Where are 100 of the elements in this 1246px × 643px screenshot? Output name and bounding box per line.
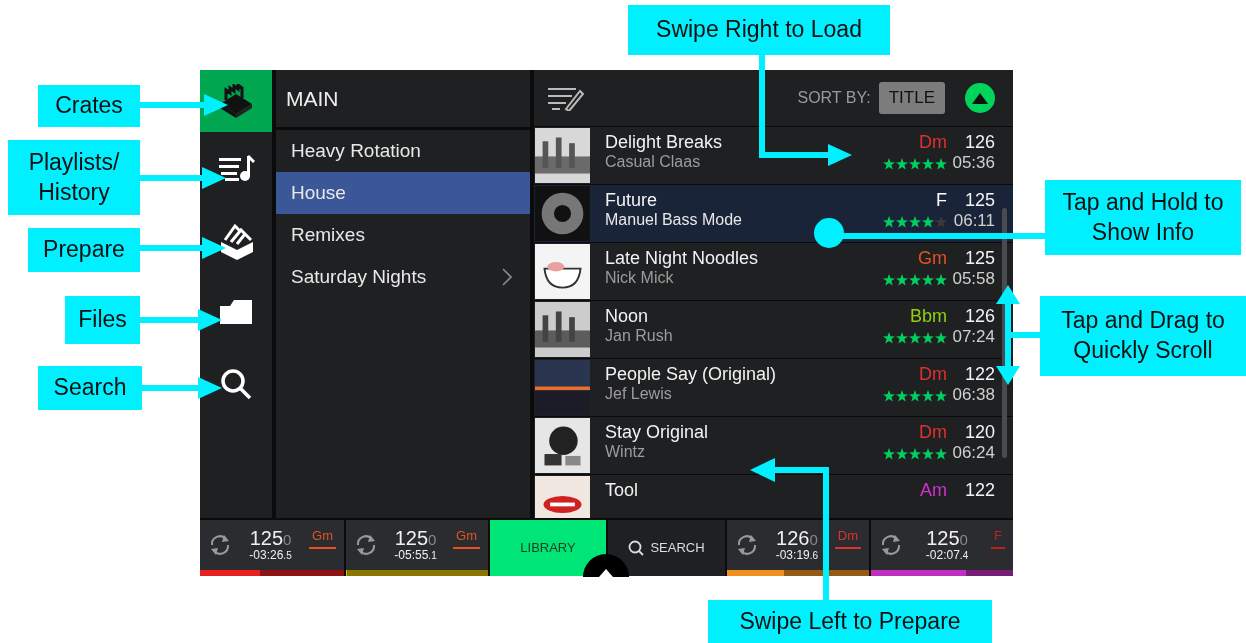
callout-label: Tap and Hold to Show Info: [1045, 180, 1241, 255]
library-button[interactable]: LIBRARY: [490, 520, 606, 576]
star-icon: [909, 389, 921, 402]
track-row[interactable]: People Say (Original) Jef Lewis Dm 122 06:38: [534, 359, 1013, 416]
playlist-icon: [217, 154, 255, 182]
star-icon: [922, 389, 934, 402]
star-icon: [935, 447, 947, 460]
deck-panel[interactable]: 1250 -05:55.1 Gm: [346, 520, 488, 576]
sidebar-tab[interactable]: [200, 70, 272, 132]
up-arrow-icon: [599, 568, 613, 577]
track-key: Dm: [919, 364, 947, 385]
track-title: Noon: [605, 306, 650, 327]
track-bpm: 125: [964, 190, 995, 211]
callout-label: Tap and Drag to Quickly Scroll: [1040, 296, 1246, 376]
track-artist: Wintz: [605, 442, 646, 462]
track-title: People Say (Original): [605, 364, 778, 385]
up-arrow-icon: [972, 92, 988, 104]
star-icon: [909, 215, 921, 228]
track-key: Dm: [919, 132, 947, 153]
track-key: Bbm: [910, 306, 947, 327]
star-icon: [896, 389, 908, 402]
search-icon: [219, 367, 253, 401]
sync-icon: [354, 533, 378, 557]
star-icon: [896, 273, 908, 286]
star-icon: [909, 447, 921, 460]
star-icon: [896, 157, 908, 170]
track-title: Tool: [605, 480, 640, 501]
deck-panel[interactable]: 1260 -03:19.6 Dm: [727, 520, 869, 576]
star-icon: [909, 273, 921, 286]
search-icon: [628, 540, 645, 556]
track-artist: Jef Lewis: [605, 384, 673, 404]
track-bpm: 126: [964, 132, 995, 153]
track-title: Late Night Noodles: [605, 248, 760, 269]
star-icon: [935, 389, 947, 402]
crate-title: MAIN: [276, 70, 530, 130]
deck-time: -05:55.1: [393, 549, 438, 562]
deck-bpm: 1260: [775, 528, 819, 550]
sync-icon: [735, 533, 759, 557]
track-artist: Manuel Bass Mode: [605, 210, 743, 230]
track-duration: 07:24: [952, 326, 995, 347]
sort-direction-button[interactable]: [965, 83, 995, 113]
track-bpm: 126: [964, 306, 995, 327]
track-bpm: 125: [964, 248, 995, 269]
track-bpm: 122: [964, 480, 995, 501]
sort-button[interactable]: TITLE: [878, 82, 945, 114]
track-row[interactable]: Future Manuel Bass Mode F 125 06:11: [534, 185, 1013, 242]
track-duration: 06:24: [952, 442, 995, 463]
track-row[interactable]: Tool Am 122: [534, 475, 1013, 518]
track-artist: Jan Rush: [605, 326, 674, 346]
track-title: Stay Original: [605, 422, 710, 443]
star-icon: [896, 331, 908, 344]
track-title: Future: [605, 190, 659, 211]
callout-label: Prepare: [28, 228, 140, 272]
star-icon: [922, 447, 934, 460]
folder-icon: [218, 298, 254, 326]
star-icon: [909, 331, 921, 344]
star-icon: [922, 157, 934, 170]
track-duration: 05:36: [952, 152, 995, 173]
star-icon: [909, 157, 921, 170]
track-row[interactable]: Late Night Noodles Nick Mick Gm 125 05:58: [534, 243, 1013, 300]
callout-label: Crates: [38, 85, 140, 127]
crate-item[interactable]: Heavy Rotation: [276, 130, 530, 172]
star-icon: [883, 331, 895, 344]
track-row[interactable]: Delight Breaks Casual Claas Dm 126 05:36: [534, 127, 1013, 184]
track-row[interactable]: Stay Original Wintz Dm 120 06:24: [534, 417, 1013, 474]
deck-key: Dm: [834, 526, 861, 549]
callout-label: Files: [65, 296, 140, 344]
sort-label: SORT BY:: [797, 88, 871, 108]
edit-list-icon[interactable]: [546, 85, 584, 111]
star-icon: [935, 157, 947, 170]
search-button[interactable]: SEARCH: [608, 520, 725, 576]
star-icon: [935, 215, 947, 228]
crate-item[interactable]: House: [276, 172, 530, 214]
track-key: Gm: [918, 248, 947, 269]
deck-panel[interactable]: 1250 -03:26.5 Gm: [200, 520, 344, 576]
deck-bpm: 1250: [248, 528, 293, 550]
track-bpm: 120: [964, 422, 995, 443]
track-artist: Nick Mick: [605, 268, 675, 288]
crate-item[interactable]: Saturday Nights: [276, 256, 530, 298]
track-key: F: [936, 190, 947, 211]
star-icon: [883, 273, 895, 286]
star-icon: [922, 331, 934, 344]
star-icon: [883, 447, 895, 460]
track-duration: 06:38: [952, 384, 995, 405]
star-icon: [935, 331, 947, 344]
sync-icon: [208, 533, 232, 557]
star-icon: [935, 273, 947, 286]
star-icon: [883, 389, 895, 402]
deck-time: -03:26.5: [248, 549, 293, 562]
sync-icon: [879, 533, 903, 557]
track-row[interactable]: Noon Jan Rush Bbm 126 07:24: [534, 301, 1013, 358]
deck-panel[interactable]: 1250 -02:07.4 F: [871, 520, 1013, 576]
track-duration: 06:11: [953, 210, 995, 231]
star-icon: [883, 215, 895, 228]
track-key: Dm: [919, 422, 947, 443]
deck-bpm: 1250: [925, 528, 969, 550]
crate-item[interactable]: Remixes: [276, 214, 530, 256]
callout-label: Playlists/ History: [8, 140, 140, 215]
callout-label: Swipe Left to Prepare: [708, 600, 992, 643]
star-icon: [922, 215, 934, 228]
